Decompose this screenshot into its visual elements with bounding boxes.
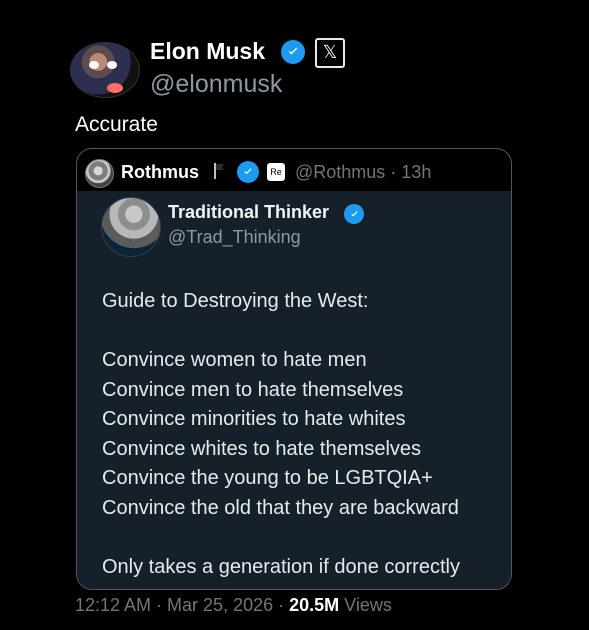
shot-line: Convince minorities to hate whites <box>102 408 406 430</box>
tweet-footer: 12:12 AM · Mar 25, 2026 · 20.5M Views <box>75 595 392 616</box>
shot-line: Convince whites to hate themselves <box>102 437 422 460</box>
flag-icon <box>214 163 224 179</box>
quoted-handle-time: @Rothmus · 13h <box>295 162 432 182</box>
x-badge-icon: 𝕏 <box>315 38 345 68</box>
shot-avatar <box>101 197 161 257</box>
shot-line: Guide to Destroying the West: <box>102 290 369 312</box>
shot-line: Convince the old that they are backward <box>102 496 459 519</box>
shot-line: Only takes a generation if done correctl… <box>102 555 460 578</box>
author-name[interactable]: Elon Musk <box>150 38 265 65</box>
avatar[interactable] <box>70 42 140 98</box>
shot-verified-icon <box>344 204 364 224</box>
shot-line: Convince women to hate men <box>102 349 367 371</box>
verified-badge-icon <box>281 40 305 64</box>
shot-line: Convince the young to be LGBTQIA+ <box>102 467 433 489</box>
quoted-author-name[interactable]: Rothmus <box>121 162 199 183</box>
views-count[interactable]: 20.5M <box>289 595 339 615</box>
tweet-text: Accurate <box>75 113 158 136</box>
views-label: Views <box>339 595 392 615</box>
shot-author-name: Traditional Thinker <box>168 202 330 222</box>
quoted-image[interactable]: Traditional Thinker @Trad_Thinking Guide… <box>77 191 511 589</box>
author-handle[interactable]: @elonmusk <box>150 70 282 99</box>
shot-author-handle: @Trad_Thinking <box>168 227 301 247</box>
quoted-badge: Re <box>267 163 285 181</box>
tweet-header: Elon Musk 𝕏 @elonmusk <box>70 36 550 100</box>
shot-body-text: Guide to Destroying the West: Convince w… <box>102 287 497 582</box>
quoted-avatar[interactable] <box>85 159 114 188</box>
quoted-verified-icon <box>237 161 259 183</box>
shot-line: Convince men to hate themselves <box>102 378 404 401</box>
quoted-tweet[interactable]: Rothmus Re @Rothmus · 13h Traditional Th… <box>76 148 512 590</box>
timestamp[interactable]: 12:12 AM · Mar 25, 2026 · <box>75 595 289 615</box>
quoted-tweet-header: Rothmus Re @Rothmus · 13h <box>85 159 505 188</box>
